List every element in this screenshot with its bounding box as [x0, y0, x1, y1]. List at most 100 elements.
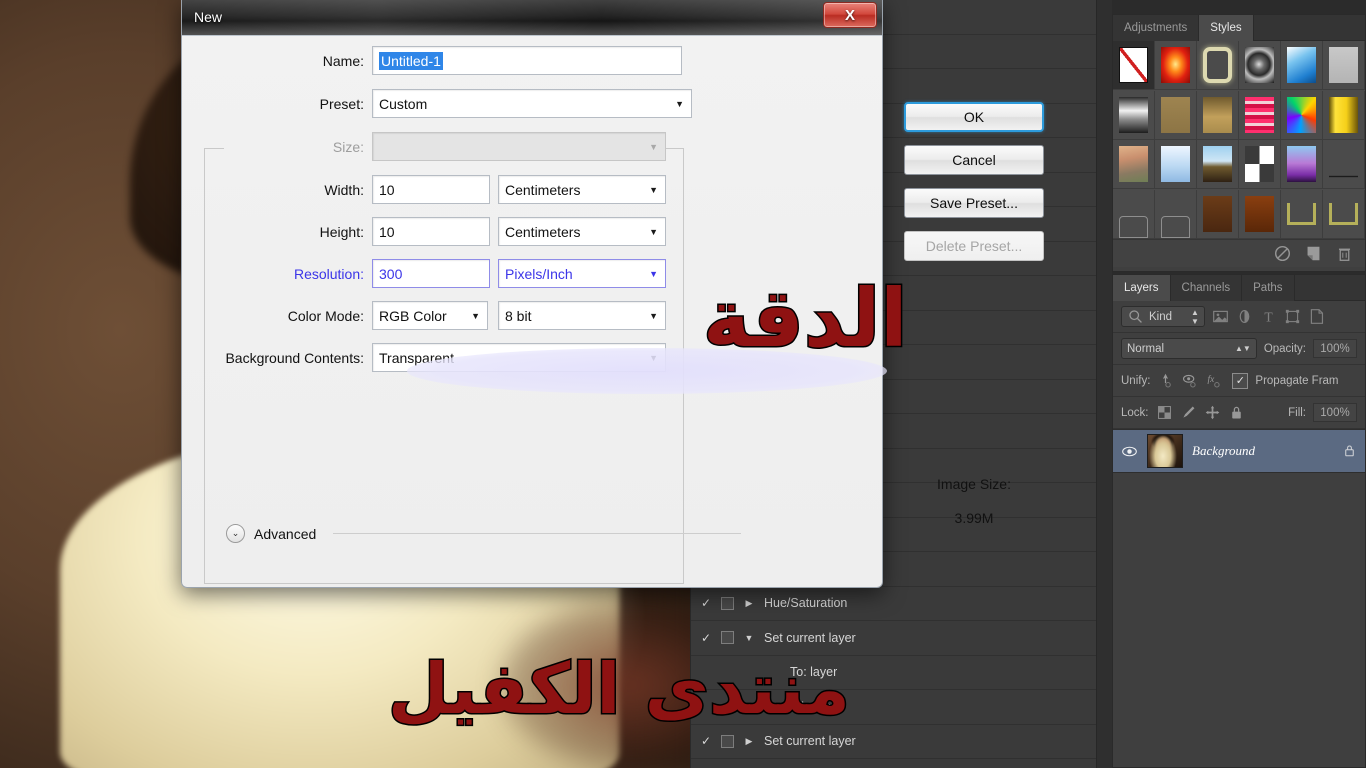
style-swatch[interactable]	[1197, 90, 1239, 140]
disclosure-triangle-icon[interactable]: ▼	[734, 633, 764, 643]
disclosure-triangle-icon[interactable]: ▶	[734, 598, 764, 609]
layer-filter-kind-select[interactable]: Kind ▲ ▼	[1121, 306, 1205, 327]
resolution-input[interactable]: 300	[372, 259, 490, 288]
tab-paths[interactable]: Paths	[1242, 275, 1295, 301]
action-label: Set current layer	[764, 734, 856, 749]
style-swatch[interactable]	[1323, 140, 1365, 189]
style-swatch[interactable]	[1197, 140, 1239, 189]
style-swatch[interactable]	[1197, 189, 1239, 239]
name-value: Untitled-1	[379, 51, 443, 70]
advanced-divider	[333, 533, 742, 534]
color-depth-select[interactable]: 8 bit ▼	[498, 301, 666, 330]
advanced-toggle[interactable]: ⌄ Advanced	[226, 524, 742, 543]
lock-icon[interactable]	[1342, 443, 1357, 460]
shape-layer-icon[interactable]	[1284, 308, 1301, 325]
lock-all-icon[interactable]	[1228, 404, 1245, 421]
style-swatch[interactable]	[1239, 41, 1281, 90]
action-toggle-check[interactable]: ✓	[695, 734, 717, 748]
opacity-value[interactable]: 100%	[1313, 339, 1357, 358]
style-swatch[interactable]	[1155, 41, 1197, 90]
style-swatch[interactable]	[1155, 90, 1197, 140]
style-swatch[interactable]	[1323, 41, 1365, 90]
layer-thumbnail[interactable]	[1147, 434, 1183, 468]
lock-image-icon[interactable]	[1180, 404, 1197, 421]
chevron-double-down-icon[interactable]: ⌄	[226, 524, 245, 543]
style-swatch-thumb-olive-frame2	[1329, 202, 1358, 225]
unify-position-icon[interactable]	[1157, 372, 1174, 389]
close-icon[interactable]: X	[823, 2, 877, 28]
adjustment-layer-icon[interactable]	[1236, 308, 1253, 325]
propagate-frames-checkbox[interactable]: ✓	[1232, 372, 1249, 389]
style-swatch[interactable]	[1155, 140, 1197, 189]
chevron-down-icon: ▼	[649, 310, 658, 321]
style-swatch[interactable]	[1281, 189, 1323, 239]
style-swatch[interactable]	[1323, 90, 1365, 140]
size-select[interactable]: ▼	[372, 132, 666, 161]
height-input[interactable]: 10	[372, 217, 490, 246]
width-input[interactable]: 10	[372, 175, 490, 204]
action-toggle-check[interactable]: ✓	[695, 596, 717, 610]
background-contents-select[interactable]: Transparent ▼	[372, 343, 666, 372]
lock-position-icon[interactable]	[1204, 404, 1221, 421]
height-unit-select[interactable]: Centimeters ▼	[498, 217, 666, 246]
delete-style-icon[interactable]	[1336, 245, 1353, 262]
layers-panel-tabs: Layers Channels Paths	[1113, 275, 1365, 301]
cancel-button[interactable]: Cancel	[904, 145, 1044, 175]
smart-object-icon[interactable]	[1308, 308, 1325, 325]
style-swatch[interactable]	[1113, 189, 1155, 239]
blend-mode-select[interactable]: Normal ▲▼	[1121, 338, 1257, 359]
width-label: Width:	[324, 181, 364, 198]
tab-styles[interactable]: Styles	[1199, 15, 1254, 41]
style-swatch[interactable]	[1239, 189, 1281, 239]
unify-visibility-icon[interactable]	[1181, 372, 1198, 389]
type-layer-icon[interactable]: T	[1260, 308, 1277, 325]
disclosure-triangle-icon[interactable]: ▶	[734, 736, 764, 747]
preset-select[interactable]: Custom ▼	[372, 89, 692, 118]
style-swatch[interactable]	[1323, 189, 1365, 239]
layer-name[interactable]: Background	[1192, 443, 1333, 459]
clear-style-icon[interactable]	[1274, 245, 1291, 262]
action-row[interactable]: ✓ ▶ Hue/Saturation	[691, 587, 1112, 621]
save-preset-button[interactable]: Save Preset...	[904, 188, 1044, 218]
style-swatch[interactable]	[1281, 90, 1323, 140]
lock-transparency-icon[interactable]	[1156, 404, 1173, 421]
action-row[interactable]: ✓Flatten Image	[691, 759, 1112, 768]
preset-value: Custom	[379, 95, 428, 112]
style-swatch[interactable]	[1281, 41, 1323, 90]
color-mode-select[interactable]: RGB Color ▼	[372, 301, 488, 330]
tab-layers[interactable]: Layers	[1113, 275, 1171, 301]
style-swatch[interactable]	[1239, 90, 1281, 140]
action-dialog-checkbox[interactable]	[721, 596, 734, 610]
eye-icon[interactable]	[1121, 443, 1138, 460]
style-swatch[interactable]	[1155, 189, 1197, 239]
pixel-layer-icon[interactable]	[1212, 308, 1229, 325]
action-dialog-checkbox[interactable]	[721, 734, 734, 748]
dialog-titlebar[interactable]: New X	[182, 0, 882, 36]
new-style-icon[interactable]	[1305, 245, 1322, 262]
layer-row-background[interactable]: Background	[1113, 429, 1365, 473]
tab-channels[interactable]: Channels	[1170, 275, 1243, 301]
styles-swatch-grid[interactable]	[1113, 41, 1365, 239]
chevron-down-icon: ▼	[649, 226, 658, 237]
unify-label: Unify:	[1121, 374, 1151, 387]
fill-value[interactable]: 100%	[1313, 403, 1357, 422]
updown-arrows-icon[interactable]: ▲▼	[1191, 308, 1199, 326]
unify-style-icon[interactable]: fx	[1205, 372, 1222, 389]
tab-adjustments[interactable]: Adjustments	[1113, 15, 1200, 41]
name-input[interactable]: Untitled-1	[372, 46, 682, 75]
action-dialog-checkbox[interactable]	[721, 631, 734, 645]
style-swatch-thumb-pale-blue	[1161, 146, 1190, 182]
updown-arrows-icon[interactable]: ▲▼	[1235, 344, 1251, 353]
style-swatch[interactable]	[1281, 140, 1323, 189]
width-unit-select[interactable]: Centimeters ▼	[498, 175, 666, 204]
style-swatch-thumb-plain-line	[1329, 146, 1358, 182]
style-swatch[interactable]	[1239, 140, 1281, 189]
actions-scrollbar[interactable]	[1096, 0, 1112, 768]
style-swatch[interactable]	[1197, 41, 1239, 90]
style-swatch[interactable]	[1113, 140, 1155, 189]
action-toggle-check[interactable]: ✓	[695, 631, 717, 645]
style-swatch[interactable]	[1113, 90, 1155, 140]
ok-button[interactable]: OK	[904, 102, 1044, 132]
style-swatch[interactable]	[1113, 41, 1155, 90]
resolution-unit-select[interactable]: Pixels/Inch ▼	[498, 259, 666, 288]
